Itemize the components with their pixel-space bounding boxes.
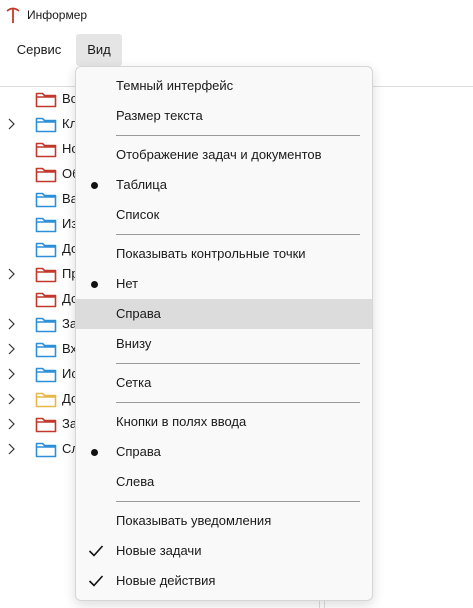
menu-item-label: Показывать контрольные точки (116, 246, 306, 261)
menu-header-input-buttons: Кнопки в полях ввода (76, 407, 372, 437)
menu-item-new-tasks[interactable]: Новые задачи (76, 536, 372, 566)
chevron-right-icon[interactable] (6, 442, 16, 456)
menu-separator (116, 501, 360, 502)
radio-selected-icon (91, 281, 98, 288)
folder-icon (35, 117, 57, 133)
menu-separator (116, 363, 360, 364)
folder-icon (35, 242, 57, 258)
menu-item-label: Справа (116, 444, 161, 459)
menu-item-checkpoints-bottom[interactable]: Внизу (76, 329, 372, 359)
menu-item-buttons-right[interactable]: Справа (76, 437, 372, 467)
menu-item-checkpoints-none[interactable]: Нет (76, 269, 372, 299)
menu-header-checkpoints: Показывать контрольные точки (76, 239, 372, 269)
folder-icon (35, 442, 57, 458)
folder-icon (35, 292, 57, 308)
menu-item-label: Новые задачи (116, 543, 202, 558)
menu-item-list[interactable]: Список (76, 200, 372, 230)
folder-icon (35, 92, 57, 108)
menu-item-label: Кнопки в полях ввода (116, 414, 247, 429)
menu-view[interactable]: Вид (76, 34, 122, 66)
menu-bar: Сервис Вид (0, 34, 473, 66)
folder-icon (35, 367, 57, 383)
menu-item-label: Нет (116, 276, 139, 291)
menu-item-label: Внизу (116, 336, 152, 351)
folder-icon (35, 317, 57, 333)
folder-icon (35, 167, 57, 183)
menu-item-label: Сетка (116, 375, 152, 390)
menu-separator (116, 135, 360, 136)
view-menu-dropdown: Темный интерфейс Размер текста Отображен… (75, 66, 373, 601)
menu-item-label: Темный интерфейс (116, 78, 234, 93)
menu-separator (116, 402, 360, 403)
chevron-right-icon[interactable] (6, 117, 16, 131)
chevron-right-icon[interactable] (6, 417, 16, 431)
app-logo-icon (6, 7, 20, 23)
folder-icon (35, 142, 57, 158)
chevron-right-icon[interactable] (6, 267, 16, 281)
menu-item-label: Новые действия (116, 573, 216, 588)
menu-separator (116, 234, 360, 235)
menu-service[interactable]: Сервис (6, 34, 72, 66)
menu-item-buttons-left[interactable]: Слева (76, 467, 372, 497)
menu-item-dark-theme[interactable]: Темный интерфейс (76, 71, 372, 101)
radio-selected-icon (91, 449, 98, 456)
menu-item-text-size[interactable]: Размер текста (76, 101, 372, 131)
menu-item-label: Список (116, 207, 160, 222)
chevron-right-icon[interactable] (6, 342, 16, 356)
app-title: Информер (27, 8, 88, 22)
menu-item-label: Таблица (116, 177, 167, 192)
folder-icon (35, 267, 57, 283)
chevron-right-icon[interactable] (6, 317, 16, 331)
folder-icon (35, 392, 57, 408)
menu-header-notifications: Показывать уведомления (76, 506, 372, 536)
folder-icon (35, 342, 57, 358)
folder-icon (35, 192, 57, 208)
menu-item-label: Слева (116, 474, 155, 489)
folder-icon (35, 417, 57, 433)
checkmark-icon (88, 545, 104, 557)
menu-item-checkpoints-right[interactable]: Справа (76, 299, 372, 329)
menu-header-tasks-display: Отображение задач и документов (76, 140, 372, 170)
title-bar: Информер (0, 0, 473, 32)
menu-item-table[interactable]: Таблица (76, 170, 372, 200)
menu-item-label: Размер текста (116, 108, 203, 123)
chevron-right-icon[interactable] (6, 392, 16, 406)
menu-item-new-actions[interactable]: Новые действия (76, 566, 372, 596)
chevron-right-icon[interactable] (6, 367, 16, 381)
radio-selected-icon (91, 182, 98, 189)
folder-icon (35, 217, 57, 233)
menu-item-label: Справа (116, 306, 161, 321)
menu-item-label: Отображение задач и документов (116, 147, 322, 162)
menu-item-grid[interactable]: Сетка (76, 368, 372, 398)
checkmark-icon (88, 575, 104, 587)
menu-item-label: Показывать уведомления (116, 513, 272, 528)
